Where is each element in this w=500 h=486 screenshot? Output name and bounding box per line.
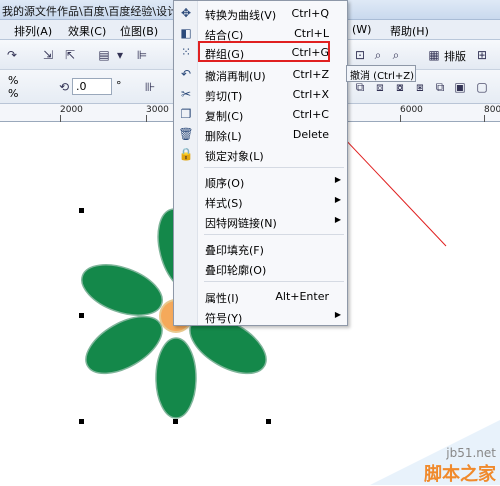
- watermark-name: 脚本之家: [424, 464, 496, 485]
- watermark-site: jb51.net: [446, 446, 496, 460]
- watermark-graphic: [370, 420, 500, 485]
